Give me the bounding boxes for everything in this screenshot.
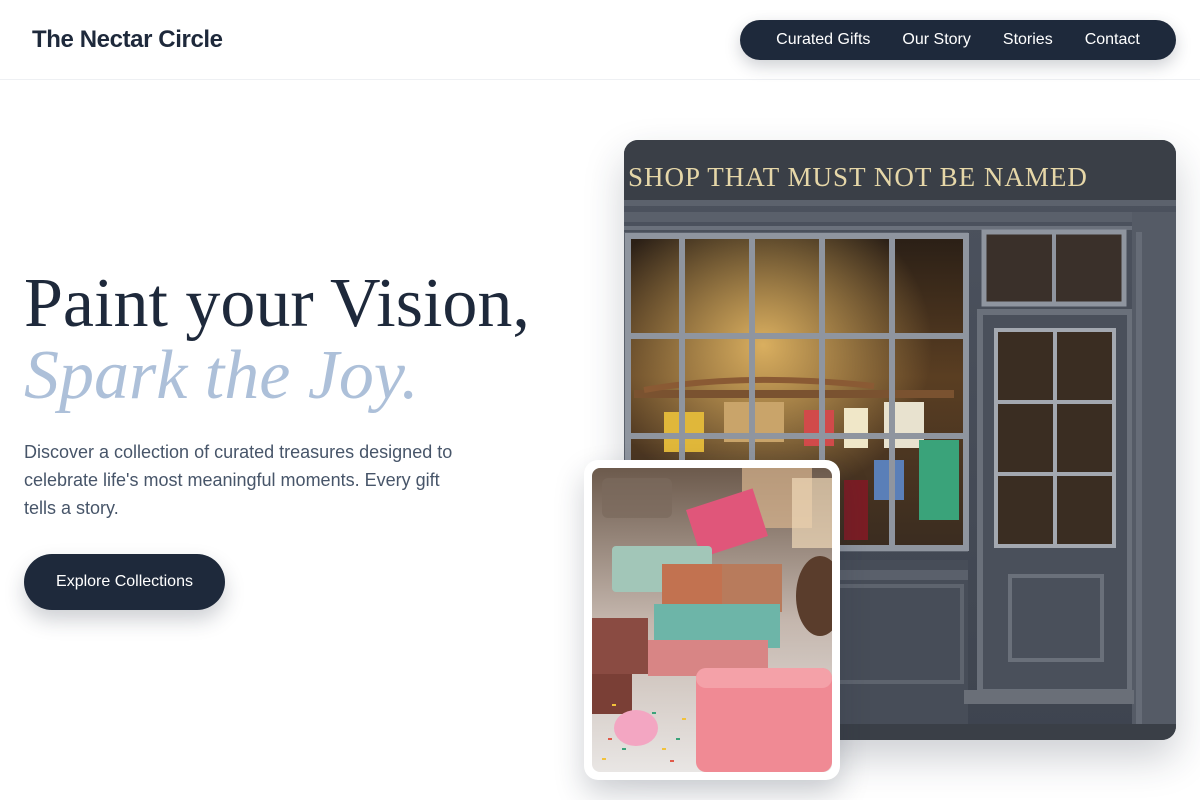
hero-title-line2: Spark the Joy. [24, 337, 419, 414]
nav-item-our-story[interactable]: Our Story [902, 20, 970, 60]
explore-collections-button[interactable]: Explore Collections [24, 554, 225, 610]
hero-title: Paint your Vision, Spark the Joy. [24, 268, 530, 412]
hero-title-line1: Paint your Vision, [24, 265, 530, 342]
gifts-image-card [584, 460, 840, 780]
storefront-sign-text: SHOP THAT MUST NOT BE NAMED [628, 162, 1088, 192]
hero-description: Discover a collection of curated treasur… [24, 442, 453, 518]
nav-item-stories[interactable]: Stories [1003, 20, 1053, 60]
gifts-image [592, 468, 832, 772]
main-nav: Curated Gifts Our Story Stories Contact [740, 20, 1176, 60]
brand-logo[interactable]: The Nectar Circle [32, 26, 223, 54]
nav-item-contact[interactable]: Contact [1085, 20, 1140, 60]
site-header: The Nectar Circle Curated Gifts Our Stor… [0, 0, 1200, 80]
nav-item-curated-gifts[interactable]: Curated Gifts [776, 20, 870, 60]
